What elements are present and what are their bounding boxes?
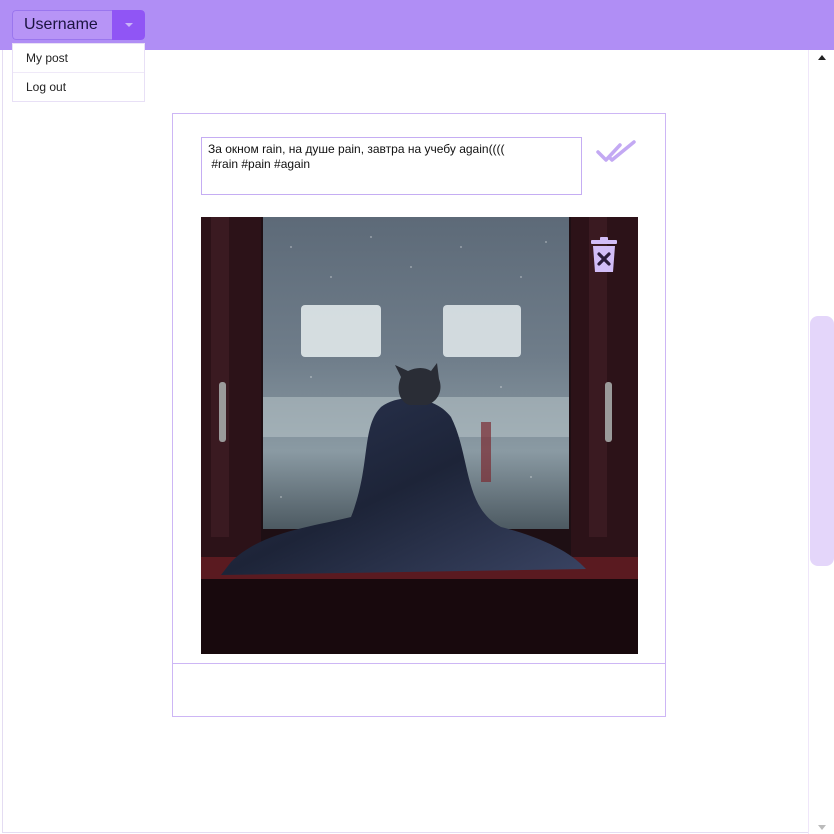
chevron-down-icon — [124, 23, 133, 27]
delete-button[interactable] — [590, 237, 618, 273]
caption-input[interactable]: За окном rain, на душе pain, завтра на у… — [201, 137, 582, 195]
dropdown-toggle-button[interactable] — [112, 10, 145, 40]
cat-window-photo — [201, 217, 638, 654]
scrollbar-thumb[interactable] — [810, 316, 834, 566]
user-dropdown[interactable]: Username — [12, 10, 145, 40]
double-check-icon — [596, 140, 636, 162]
username-label[interactable]: Username — [12, 10, 112, 40]
save-button[interactable] — [595, 137, 639, 167]
scrollbar[interactable] — [808, 50, 834, 834]
post-card: За окном rain, на душе pain, завтра на у… — [172, 113, 666, 717]
post-footer — [173, 663, 665, 717]
scroll-up-arrow-icon[interactable] — [809, 50, 834, 64]
scroll-down-arrow-icon[interactable] — [809, 820, 834, 834]
post-image — [201, 217, 638, 654]
trash-delete-icon — [591, 237, 617, 272]
